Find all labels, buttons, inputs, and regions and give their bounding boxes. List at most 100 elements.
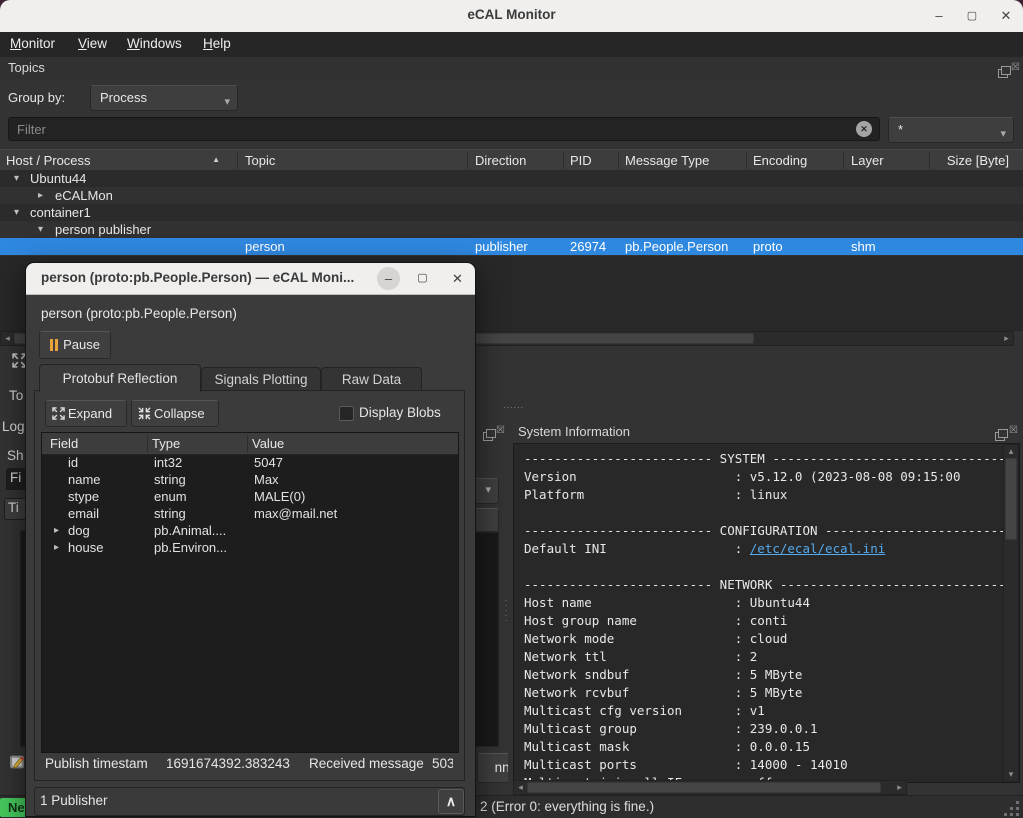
tab-raw-data[interactable]: Raw Data [321, 367, 422, 392]
column-header-topic[interactable]: Topic [245, 153, 465, 168]
field-row-house[interactable]: ▸housepb.Environ... [42, 539, 458, 556]
system-info-panel: System Information ☒ -------------------… [508, 420, 1023, 793]
maximize-button[interactable]: ▢ [961, 6, 983, 26]
tree-row-ecalmon[interactable]: ▸eCALMon [0, 187, 1023, 204]
close-panel-icon[interactable]: ☒ [1009, 426, 1019, 436]
type-column-header[interactable]: Type [152, 436, 180, 451]
menu-item-help[interactable]: Help [203, 36, 231, 51]
tree-row-ubuntu44[interactable]: ▾ Ubuntu44 [0, 170, 1023, 187]
filter-input[interactable] [8, 117, 880, 141]
field-row-stype[interactable]: stypeenumMALE(0) [42, 488, 458, 505]
sysinfo-line: Host name : Ubuntu44 [524, 594, 1020, 612]
host-process-cell: Ubuntu44 [30, 170, 86, 187]
collapse-button[interactable]: Collapse [131, 400, 219, 427]
field-type-cell: pb.Animal.... [154, 522, 226, 539]
collapsed-twisty-icon[interactable]: ▸ [54, 522, 59, 539]
scroll-right-icon[interactable]: ▸ [1001, 333, 1012, 344]
minimize-button[interactable]: – [928, 6, 950, 26]
field-column-header[interactable]: Field [50, 436, 78, 451]
column-header-layer[interactable]: Layer [851, 153, 931, 168]
dialog-maximize-button[interactable]: ▢ [411, 267, 434, 290]
sysinfo-line [524, 558, 1020, 576]
scroll-down-icon[interactable]: ▾ [1005, 769, 1017, 780]
filter-column-select[interactable]: * ▾ [888, 117, 1014, 143]
collapse-button-label: Collapse [154, 406, 205, 421]
collapsed-twisty-icon[interactable]: ▸ [38, 187, 43, 204]
menu-item-windows[interactable]: Windows [127, 36, 182, 51]
scroll-up-icon[interactable]: ▴ [1005, 446, 1017, 457]
scrollbar-thumb[interactable] [527, 782, 881, 793]
resize-grip[interactable] [1004, 801, 1020, 817]
field-row-dog[interactable]: ▸ dog pb.Animal.... [42, 522, 458, 539]
field-row-id[interactable]: idint325047 [42, 454, 458, 471]
scrollbar-thumb[interactable] [1005, 458, 1017, 540]
float-panel-icon[interactable] [998, 69, 1008, 78]
column-header-size-byte-[interactable]: Size [Byte] [933, 153, 1009, 168]
display-blobs-checkbox[interactable] [339, 406, 354, 421]
hidden-mid-panels: ...... ☒ ▾ nns ..... [0, 0, 10, 15]
scroll-left-icon[interactable]: ◂ [515, 782, 526, 793]
field-row-email[interactable]: emailstringmax@mail.net [42, 505, 458, 522]
dialog-title: person (proto:pb.People.Person) — eCAL M… [41, 270, 354, 285]
close-panel-icon[interactable]: ☒ [496, 426, 506, 436]
sysinfo-vscrollbar[interactable]: ▴ ▾ [1003, 444, 1019, 782]
dialog-close-button[interactable]: ✕ [446, 267, 469, 290]
system-info-title: System Information [518, 424, 630, 439]
dialog-titlebar[interactable]: person (proto:pb.People.Person) — eCAL M… [26, 263, 475, 295]
window-title: eCAL Monitor [0, 7, 1023, 22]
close-button[interactable]: ✕ [995, 6, 1017, 26]
scroll-right-icon[interactable]: ▸ [894, 782, 905, 793]
field-row-name[interactable]: namestringMax [42, 471, 458, 488]
expand-icon [52, 407, 65, 420]
float-panel-icon[interactable] [483, 432, 493, 441]
column-header-direction[interactable]: Direction [475, 153, 563, 168]
expanded-twisty-icon[interactable]: ▾ [38, 221, 43, 238]
pause-button[interactable]: Pause [39, 331, 111, 359]
default-ini-link[interactable]: /etc/ecal/ecal.ini [750, 541, 885, 556]
host-process-cell: person publisher [55, 221, 151, 238]
sysinfo-line: Network mode : cloud [524, 630, 1020, 648]
tree-row-person-publisher[interactable]: ▾ person publisher [0, 221, 1023, 238]
tab-signals-plotting[interactable]: Signals Plotting [201, 367, 321, 392]
sysinfo-hscrollbar[interactable]: ◂ ▸ [513, 780, 907, 795]
received-message-value: 503 [432, 756, 453, 771]
field-name-cell: dog [68, 522, 90, 539]
topic-cell: person [245, 238, 285, 255]
column-header-encoding[interactable]: Encoding [753, 153, 841, 168]
float-panel-icon[interactable] [995, 432, 1005, 441]
field-type-cell: int32 [154, 454, 182, 471]
menu-item-monitor[interactable]: Monitor [10, 36, 55, 51]
expand-button[interactable]: Expand [45, 400, 127, 427]
splitter-handle[interactable]: ...... [503, 401, 533, 409]
close-panel-icon[interactable]: ☒ [1011, 63, 1021, 73]
collapse-footer-button[interactable]: ∧ [438, 789, 464, 814]
collapsed-twisty-icon[interactable]: ▸ [54, 539, 59, 556]
tree-row-container1[interactable]: ▾container1 [0, 204, 1023, 221]
pid-cell: 26974 [570, 238, 606, 255]
value-column-header[interactable]: Value [252, 436, 284, 451]
menu-item-view[interactable]: View [78, 36, 107, 51]
expanded-twisty-icon[interactable]: ▾ [14, 170, 19, 187]
topic-row-person[interactable]: personpublisher26974pb.People.Personprot… [0, 238, 1023, 255]
column-header-host-process[interactable]: Host / Process ▲ [6, 153, 224, 168]
dialog-footer: 1 Publisher ∧ [34, 787, 465, 816]
topics-table-body: ▾Ubuntu44▸eCALMon▾container1▾person publ… [0, 170, 1023, 256]
chevron-down-icon: ▾ [224, 90, 230, 114]
scroll-left-icon[interactable]: ◂ [2, 333, 13, 344]
topics-panel-header: Topics ☒ [0, 57, 1023, 79]
pause-icon [50, 339, 53, 351]
received-message-label: Received message [309, 756, 431, 771]
clear-filter-icon[interactable]: ✕ [856, 121, 872, 137]
field-type-cell: string [154, 471, 186, 488]
hidden-panel-label-to: To [9, 388, 23, 403]
dialog-minimize-button[interactable]: – [377, 267, 400, 290]
column-header-message-type[interactable]: Message Type [625, 153, 745, 168]
sysinfo-line: ------------------------- CONFIGURATION … [524, 522, 1020, 540]
reflection-dialog: person (proto:pb.People.Person) — eCAL M… [25, 262, 476, 817]
group-by-select[interactable]: Process ▾ [90, 85, 238, 111]
expanded-twisty-icon[interactable]: ▾ [14, 204, 19, 221]
sysinfo-line: Host group name : conti [524, 612, 1020, 630]
field-value-cell: 5047 [254, 454, 283, 471]
column-header-pid[interactable]: PID [570, 153, 616, 168]
tab-protobuf-reflection[interactable]: Protobuf Reflection [39, 364, 201, 392]
